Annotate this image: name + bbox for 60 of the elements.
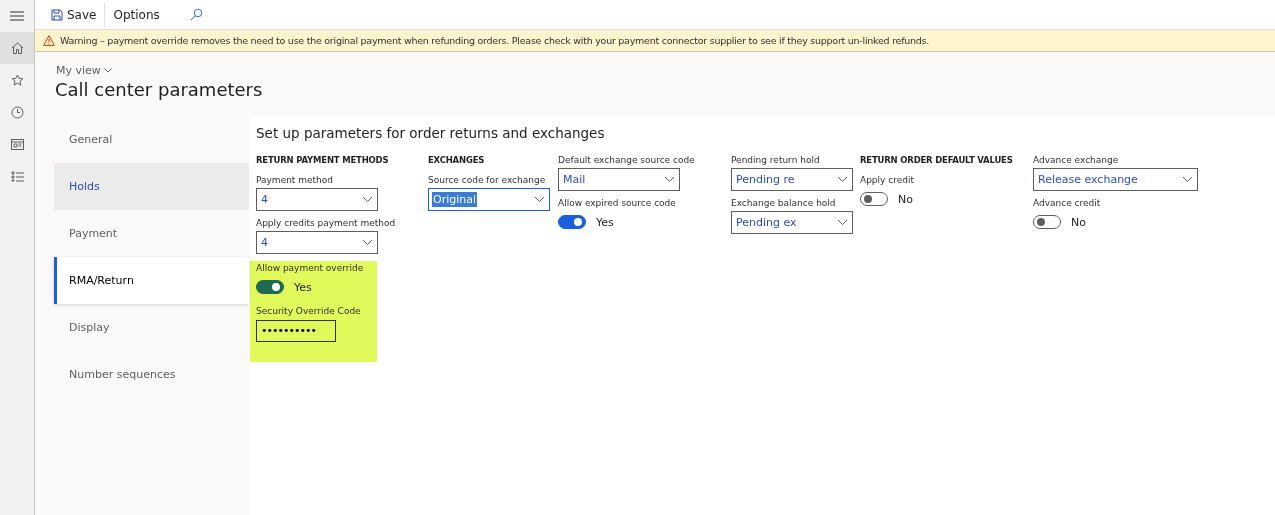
dropdown-field[interactable]: 4 xyxy=(256,188,378,211)
save-button[interactable]: Save xyxy=(43,2,106,27)
options-button[interactable]: Options xyxy=(105,2,168,27)
chevron-down-icon xyxy=(837,219,848,226)
star-icon[interactable] xyxy=(10,73,24,87)
field-label: Security Override Code xyxy=(256,306,362,318)
chevron-down-icon xyxy=(534,196,545,203)
section-heading: EXCHANGES xyxy=(428,155,486,167)
field-label: Apply credits payment method xyxy=(256,218,397,230)
toggle-state: No xyxy=(898,192,913,206)
warning-message: Warning – payment override removes the need to use the original payment when refunding orders. Please check with your payment connector supplier to see if they support un-linked refunds. xyxy=(60,35,930,46)
chevron-down-icon xyxy=(362,239,373,246)
toggle-switch[interactable] xyxy=(1033,215,1061,229)
field-label: Default exchange source code xyxy=(558,155,696,167)
warning-icon xyxy=(43,35,55,46)
dropdown-field[interactable]: Mail xyxy=(558,168,680,191)
field-label: Exchange balance hold xyxy=(731,198,837,210)
list-icon[interactable] xyxy=(10,170,24,182)
save-icon xyxy=(51,8,63,21)
view-selector[interactable]: My view xyxy=(55,64,112,77)
dropdown-field[interactable]: Original xyxy=(428,188,550,211)
toggle-state: Yes xyxy=(596,215,614,229)
field-label: Apply credit xyxy=(860,175,915,187)
toggle-switch[interactable] xyxy=(256,280,284,294)
page-title: Call center parameters xyxy=(55,79,264,100)
chevron-down-icon xyxy=(362,196,373,203)
dropdown-field[interactable]: Release exchange xyxy=(1033,168,1198,191)
field-label: Source code for exchange xyxy=(428,175,547,187)
dropdown-field[interactable]: Pending ex xyxy=(731,211,853,234)
search-icon[interactable] xyxy=(189,8,203,21)
toggle-switch[interactable] xyxy=(860,192,888,206)
field-label: Pending return hold xyxy=(731,155,821,167)
chevron-down-icon xyxy=(837,176,848,183)
vertical-tab[interactable]: Number sequences xyxy=(54,351,249,398)
field-label: Advance credit xyxy=(1033,198,1102,210)
field-label: Allow payment override xyxy=(256,263,365,275)
chevron-down-icon xyxy=(664,176,675,183)
section-heading: RETURN ORDER DEFAULT VALUES xyxy=(860,155,1014,167)
section-heading: RETURN PAYMENT METHODS xyxy=(256,155,390,167)
field-label: Advance exchange xyxy=(1033,155,1120,167)
workspace-icon[interactable] xyxy=(10,138,24,150)
home-icon[interactable] xyxy=(10,42,24,54)
clock-icon[interactable] xyxy=(10,105,24,119)
vertical-tab[interactable]: Display xyxy=(54,304,249,351)
menu-icon[interactable] xyxy=(10,11,24,21)
vertical-tab[interactable]: RMA/Return xyxy=(54,257,249,304)
vertical-tab[interactable]: Payment xyxy=(54,210,249,257)
field-label: Allow expired source code xyxy=(558,198,677,210)
chevron-down-icon xyxy=(1182,176,1193,183)
toggle-state: No xyxy=(1071,215,1086,229)
toggle-state: Yes xyxy=(294,280,312,294)
field-label: Payment method xyxy=(256,175,335,187)
vertical-tab[interactable]: Holds xyxy=(54,163,249,210)
vertical-tab[interactable]: General xyxy=(54,116,249,163)
dropdown-field[interactable]: 4 xyxy=(256,231,378,254)
dropdown-field[interactable]: Pending re xyxy=(731,168,853,191)
section-title: Set up parameters for order returns and exchanges xyxy=(256,125,606,141)
chevron-down-icon xyxy=(103,68,112,73)
password-field[interactable]: •••••••••• xyxy=(256,319,336,342)
toggle-switch[interactable] xyxy=(558,215,586,229)
